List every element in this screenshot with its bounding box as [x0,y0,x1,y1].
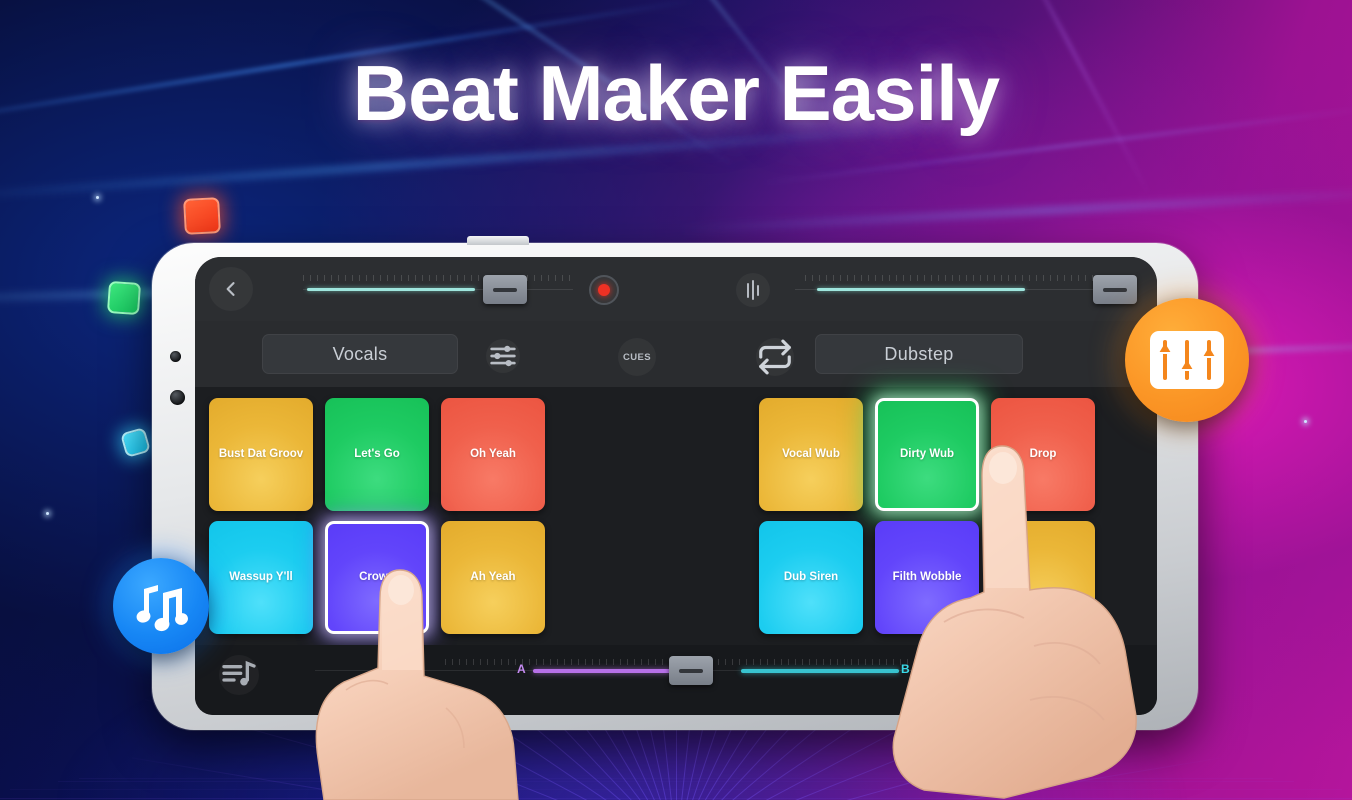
hand-left-pointing [296,568,536,800]
app-toolbar-kits: Vocals CUES Dubstep [195,321,1157,387]
sound-pad[interactable]: Oh Yeah [441,398,545,511]
sound-pad-label: Bust Dat Groov [218,447,304,460]
waveform-button[interactable] [736,273,770,307]
cues-button[interactable]: CUES [618,338,656,376]
waveform-bars-icon [746,282,750,298]
sound-pad[interactable]: Bust Dat Groov [209,398,313,511]
record-button[interactable] [589,275,619,305]
volume-slider-right-handle[interactable] [1093,275,1137,304]
mixer-sliders-glyph [1159,340,1215,380]
loop-button[interactable] [756,338,794,376]
floating-square-green [106,280,142,316]
crossfader-handle[interactable] [669,656,713,685]
sound-pad[interactable]: Dub Siren [759,521,863,634]
chevron-left-icon [226,282,235,296]
crossfade-track-b[interactable] [741,669,899,673]
sound-pad-label: Let's Go [354,447,400,460]
sound-pad[interactable]: Let's Go [325,398,429,511]
sparkle [96,196,99,199]
mixer-sliders-icon [490,345,516,367]
kit-selector-right[interactable]: Dubstep [815,334,1023,374]
app-toolbar-top [195,257,1157,321]
floating-square-red [183,197,221,235]
promo-headline: Beat Maker Easily [352,49,1000,137]
slider-ticks-right [805,275,1095,281]
volume-slider-right-track[interactable] [817,288,1025,291]
sparkle [1304,420,1307,423]
slider-ticks-left [303,275,573,281]
phone-camera [170,390,185,405]
sparkle [46,512,49,515]
back-button[interactable] [209,267,253,311]
sound-pad-label: Dub Siren [783,570,839,583]
volume-slider-left-track[interactable] [307,288,475,291]
badge-music[interactable] [113,558,209,654]
hand-right-pointing [884,442,1184,800]
sound-pad-label: Wassup Y'll [229,570,293,583]
loop-repeat-icon [759,339,791,375]
sound-pad-label: Vocal Wub [782,447,840,460]
badge-mixer[interactable] [1125,298,1249,422]
record-icon [598,284,610,296]
volume-slider-left-handle[interactable] [483,275,527,304]
kit-selector-left[interactable]: Vocals [262,334,458,374]
mixer-sliders-icon [1150,331,1224,389]
playlist-note-icon [222,660,256,686]
playlist-button[interactable] [219,655,259,695]
mixer-button[interactable] [486,339,520,373]
phone-sensor [170,351,181,362]
sound-pad-label: Oh Yeah [470,447,516,460]
music-notes-icon [136,585,188,632]
sound-pad[interactable]: Vocal Wub [759,398,863,511]
phone-power-button [467,236,529,245]
